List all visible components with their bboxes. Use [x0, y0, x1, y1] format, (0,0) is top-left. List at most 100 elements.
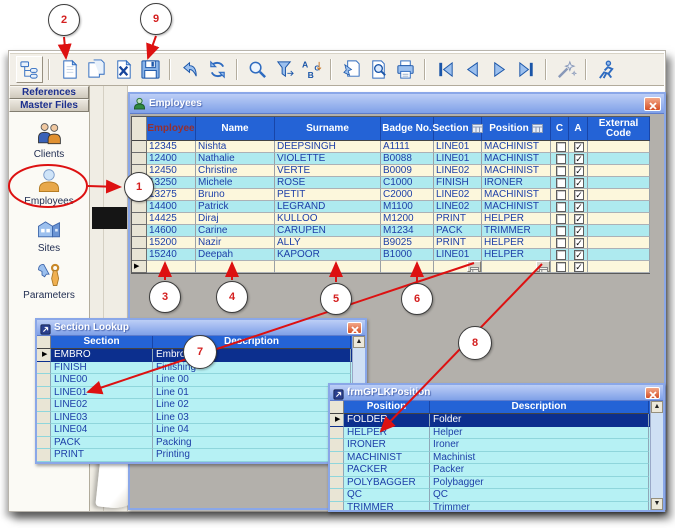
cell-name[interactable]: Nazir — [196, 237, 275, 249]
column-header-name[interactable]: Name — [196, 117, 275, 141]
cell-position-code[interactable]: POLYBAGGER — [344, 477, 430, 490]
row-selector[interactable] — [37, 412, 51, 425]
cell-position-description[interactable]: Machinist — [430, 452, 649, 465]
row-selector[interactable] — [37, 424, 51, 437]
c-checkbox[interactable] — [556, 190, 566, 200]
position-lookup-titlebar[interactable]: frmGPLKPosition — [330, 385, 663, 401]
cell-surname[interactable]: KULLOO — [275, 213, 381, 225]
toolbar-button[interactable] — [459, 56, 486, 83]
a-checkbox[interactable] — [574, 238, 584, 248]
cell-name[interactable]: Bruno — [196, 189, 275, 201]
cell-external-code[interactable] — [588, 213, 650, 225]
scroll-up-button[interactable] — [353, 336, 365, 348]
a-checkbox[interactable] — [574, 166, 584, 176]
toolbar-button[interactable] — [432, 56, 459, 83]
row-selector[interactable] — [330, 489, 344, 502]
toolbar-button[interactable] — [83, 56, 110, 83]
cell-badge[interactable]: C1000 — [381, 177, 434, 189]
row-selector[interactable] — [330, 427, 344, 440]
cell-name[interactable]: Diraj — [196, 213, 275, 225]
a-checkbox[interactable] — [574, 178, 584, 188]
position-row[interactable]: POLYBAGGER Polybagger — [330, 477, 663, 490]
a-checkbox[interactable] — [574, 226, 584, 236]
cell-surname[interactable]: KAPOOR — [275, 249, 381, 261]
cell-name[interactable]: Deepah — [196, 249, 275, 261]
toolbar-button[interactable]: ABC — [298, 56, 325, 83]
cell-section[interactable]: LINE01 — [434, 249, 482, 261]
toolbar-button[interactable] — [204, 56, 231, 83]
cell-external-code[interactable] — [588, 249, 650, 261]
column-header-description[interactable]: Description — [430, 401, 649, 414]
cell-position-description[interactable]: Trimmer — [430, 502, 649, 513]
scroll-down-button[interactable] — [651, 498, 663, 510]
row-selector[interactable] — [37, 362, 51, 375]
cell-employee[interactable]: 15240 — [147, 249, 196, 261]
cell-employee[interactable]: 14425 — [147, 213, 196, 225]
cell-position[interactable]: MACHINIST — [482, 153, 551, 165]
toolbar-button[interactable] — [56, 56, 83, 83]
cell-employee[interactable]: 15200 — [147, 237, 196, 249]
cell-employee[interactable]: 13275 — [147, 189, 196, 201]
cell-section-code[interactable]: LINE02 — [51, 399, 153, 412]
cell-section-code[interactable]: FINISH — [51, 362, 153, 375]
cell-section[interactable]: LINE02 — [434, 201, 482, 213]
cell-section[interactable]: PRINT — [434, 213, 482, 225]
cell-badge[interactable]: C2000 — [381, 189, 434, 201]
a-checkbox[interactable] — [574, 214, 584, 224]
a-checkbox[interactable] — [574, 250, 584, 260]
toolbar-button[interactable] — [513, 56, 540, 83]
cell-badge[interactable]: M1100 — [381, 201, 434, 213]
cell-surname[interactable]: DEEPSINGH — [275, 141, 381, 153]
cell-badge-empty[interactable] — [381, 261, 434, 273]
cell-badge[interactable]: M1234 — [381, 225, 434, 237]
row-selector[interactable] — [37, 449, 51, 462]
cell-section-description[interactable]: Printing — [153, 449, 351, 462]
section-row[interactable]: PRINT Printing — [37, 449, 365, 462]
cell-position[interactable]: HELPER — [482, 237, 551, 249]
cell-employee-empty[interactable] — [147, 261, 196, 273]
cell-section-code[interactable]: PRINT — [51, 449, 153, 462]
row-selector[interactable] — [132, 225, 147, 237]
cell-section[interactable]: LINE01 — [434, 141, 482, 153]
cell-section-code[interactable]: LINE04 — [51, 424, 153, 437]
cell-section-description[interactable]: Line 00 — [153, 374, 351, 387]
row-selector[interactable] — [330, 464, 344, 477]
c-checkbox[interactable] — [556, 238, 566, 248]
cell-section-code[interactable]: PACK — [51, 437, 153, 450]
cell-name[interactable]: Christine — [196, 165, 275, 177]
toolbar-button[interactable] — [338, 56, 365, 83]
section-lookup-titlebar[interactable]: Section Lookup — [37, 320, 365, 336]
section-row[interactable]: LINE04 Line 04 — [37, 424, 365, 437]
cell-external-empty[interactable] — [588, 261, 650, 273]
employee-row[interactable]: 15240 Deepah KAPOOR B1000 LINE01 HELPER — [132, 249, 649, 261]
row-selector[interactable] — [132, 213, 147, 225]
row-selector[interactable] — [132, 153, 147, 165]
section-row[interactable]: PACK Packing — [37, 437, 365, 450]
column-header-a[interactable]: A — [569, 117, 588, 141]
cell-surname[interactable]: VIOLETTE — [275, 153, 381, 165]
cell-position-description[interactable]: Folder — [430, 414, 649, 427]
position-dropdown-button[interactable] — [536, 261, 550, 272]
row-selector[interactable] — [330, 414, 344, 427]
section-row[interactable]: LINE03 Line 03 — [37, 412, 365, 425]
cell-name[interactable]: Carine — [196, 225, 275, 237]
section-row[interactable]: LINE00 Line 00 — [37, 374, 365, 387]
position-row[interactable]: IRONER Ironer — [330, 439, 663, 452]
toolbar-button[interactable] — [486, 56, 513, 83]
row-selector[interactable] — [132, 141, 147, 153]
cell-section-description[interactable]: Line 02 — [153, 399, 351, 412]
column-header-section[interactable]: Section — [51, 336, 153, 349]
column-header-employee[interactable]: Employee — [147, 117, 196, 141]
cell-section-description[interactable]: Finishing — [153, 362, 351, 375]
c-checkbox[interactable] — [556, 178, 566, 188]
c-checkbox[interactable] — [556, 142, 566, 152]
cell-position-description[interactable]: QC — [430, 489, 649, 502]
cell-name[interactable]: Michele — [196, 177, 275, 189]
cell-position[interactable]: MACHINIST — [482, 201, 551, 213]
close-button[interactable] — [644, 97, 661, 111]
cell-section[interactable]: LINE02 — [434, 189, 482, 201]
cell-surname-empty[interactable] — [275, 261, 381, 273]
position-row[interactable]: TRIMMER Trimmer — [330, 502, 663, 513]
toolbar-button[interactable] — [553, 56, 580, 83]
employee-new-row[interactable] — [132, 261, 649, 273]
